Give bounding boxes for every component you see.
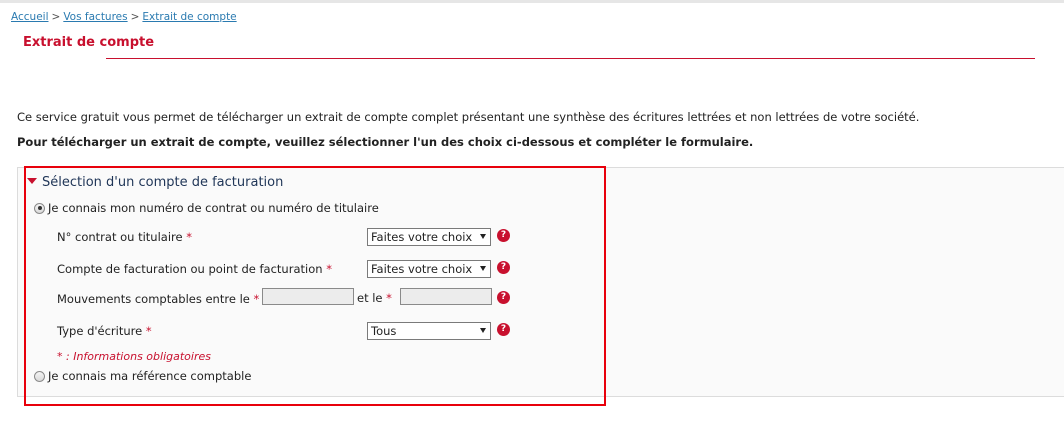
- billing-select[interactable]: Faites votre choix: [367, 260, 491, 278]
- title-divider: [106, 58, 1035, 59]
- dropdown-arrow-icon: [480, 328, 486, 333]
- type-select[interactable]: Tous: [367, 322, 491, 340]
- instruction-text: Pour télécharger un extrait de compte, v…: [17, 135, 754, 149]
- help-icon[interactable]: ?: [497, 291, 510, 304]
- required-asterisk: *: [186, 230, 192, 244]
- radio-label-reference: Je connais ma référence comptable: [48, 369, 252, 383]
- movements-field-label: Mouvements comptables entre le *: [57, 292, 259, 306]
- help-icon[interactable]: ?: [497, 229, 510, 242]
- radio-button-checked[interactable]: [34, 202, 45, 214]
- contract-select-value: Faites votre choix: [371, 230, 473, 244]
- breadcrumb-separator: >: [51, 11, 61, 23]
- dropdown-arrow-icon: [480, 266, 486, 271]
- required-asterisk: *: [386, 291, 392, 305]
- radio-option-contract-number[interactable]: Je connais mon numéro de contrat ou numé…: [34, 201, 379, 215]
- help-icon[interactable]: ?: [497, 261, 510, 274]
- contract-label-text: N° contrat ou titulaire: [57, 230, 183, 244]
- intro-text: Ce service gratuit vous permet de téléch…: [17, 110, 920, 124]
- radio-label-contract: Je connais mon numéro de contrat ou numé…: [48, 201, 379, 215]
- collapse-triangle-icon: [27, 178, 37, 184]
- contract-field-label: N° contrat ou titulaire *: [57, 230, 192, 244]
- movements-label-text: Mouvements comptables entre le: [57, 292, 250, 306]
- section-title: Sélection d'un compte de facturation: [42, 175, 284, 190]
- breadcrumb-statement-link[interactable]: Extrait de compte: [142, 11, 236, 23]
- billing-field-label: Compte de facturation ou point de factur…: [57, 262, 332, 276]
- page-title: Extrait de compte: [23, 35, 155, 50]
- type-select-value: Tous: [371, 324, 397, 338]
- start-date-input[interactable]: [262, 288, 354, 305]
- billing-select-value: Faites votre choix: [371, 262, 473, 276]
- mandatory-note: * : Informations obligatoires: [57, 350, 211, 363]
- breadcrumb-separator: >: [130, 11, 140, 23]
- required-asterisk: *: [253, 292, 260, 306]
- radio-button-unchecked[interactable]: [34, 370, 45, 382]
- type-label-text: Type d'écriture: [57, 324, 143, 338]
- radio-option-accounting-reference[interactable]: Je connais ma référence comptable: [34, 369, 251, 383]
- type-field-label: Type d'écriture *: [57, 324, 152, 338]
- billing-label-text: Compte de facturation ou point de factur…: [57, 262, 323, 276]
- breadcrumb-invoices-link[interactable]: Vos factures: [63, 11, 127, 23]
- dropdown-arrow-icon: [480, 234, 486, 239]
- breadcrumb: Accueil > Vos factures > Extrait de compte: [11, 11, 237, 23]
- required-asterisk: *: [145, 324, 152, 338]
- and-label-text: et le: [357, 291, 383, 305]
- required-asterisk: *: [326, 262, 332, 276]
- top-border: [0, 0, 1064, 3]
- section-header[interactable]: Sélection d'un compte de facturation: [27, 175, 283, 190]
- help-icon[interactable]: ?: [497, 323, 510, 336]
- and-date-label: et le *: [357, 291, 392, 305]
- end-date-input[interactable]: [400, 288, 492, 305]
- breadcrumb-home-link[interactable]: Accueil: [11, 11, 49, 23]
- contract-select[interactable]: Faites votre choix: [367, 228, 491, 246]
